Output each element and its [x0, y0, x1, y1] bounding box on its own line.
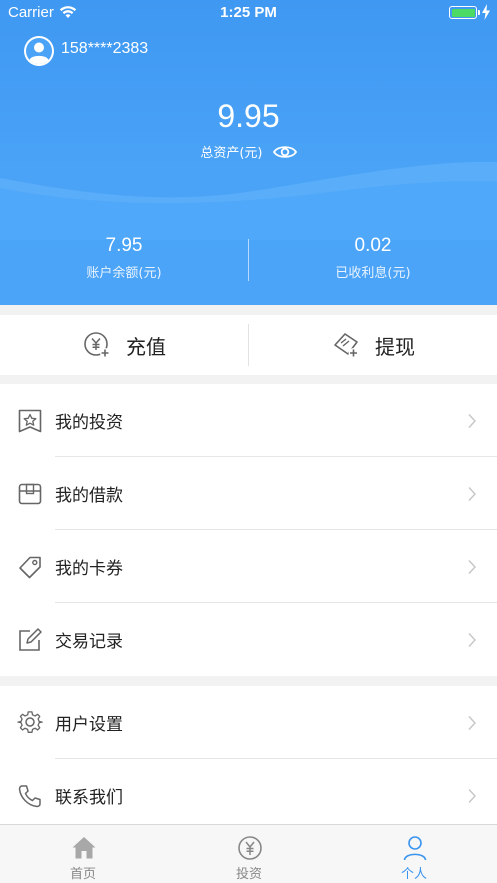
menu-item-label: 我的卡券 — [55, 559, 123, 579]
balance-block: 7.95 账户余额(元) — [0, 235, 248, 281]
chevron-right-icon — [468, 788, 477, 803]
box-icon — [18, 483, 42, 504]
chevron-right-icon — [468, 715, 477, 730]
menu-item-coupons[interactable]: 我的卡券 — [0, 530, 497, 603]
tab-me[interactable]: 个人 — [331, 825, 497, 883]
menu-item-investments[interactable]: 我的投资 — [0, 384, 497, 457]
person-icon — [403, 836, 427, 861]
tab-home-label: 首页 — [69, 867, 96, 882]
menu-item-contact[interactable]: 联系我们 — [0, 759, 497, 832]
asset-header: Carrier 1:25 PM 158****2383 9.95 总资产(元) … — [0, 0, 497, 305]
menu-item-label: 用户设置 — [55, 715, 123, 735]
menu-item-settings[interactable]: 用户设置 — [0, 686, 497, 759]
withdraw-icon — [334, 333, 359, 358]
menu-group-secondary: 用户设置 联系我们 — [0, 686, 497, 832]
status-bar: Carrier 1:25 PM — [0, 0, 497, 26]
chevron-right-icon — [468, 559, 477, 574]
wave-decoration — [0, 161, 497, 240]
interest-block: 0.02 已收利息(元) — [249, 235, 497, 281]
yuan-icon — [238, 836, 262, 860]
menu-item-transactions[interactable]: 交易记录 — [0, 603, 497, 676]
interest-label: 已收利息(元) — [335, 266, 411, 281]
withdraw-button[interactable]: 提现 — [249, 315, 497, 375]
star-icon — [18, 409, 42, 432]
home-icon — [72, 837, 96, 859]
tab-me-label: 个人 — [400, 867, 427, 882]
recharge-label: 充值 — [126, 334, 166, 359]
phone-icon — [18, 784, 41, 807]
balance-label: 账户余额(元) — [86, 266, 162, 281]
withdraw-label: 提现 — [375, 334, 415, 359]
balance-value: 7.95 — [105, 235, 143, 256]
menu-item-label: 联系我们 — [55, 788, 123, 808]
tag-icon — [19, 556, 41, 578]
tab-bar: 首页 投资 个人 — [0, 824, 497, 883]
gear-icon — [17, 710, 43, 733]
menu-group-primary: 我的投资 我的借款 我的卡券 交易记录 — [0, 384, 497, 676]
asset-breakdown: 7.95 账户余额(元) 0.02 已收利息(元) — [0, 235, 497, 285]
menu-item-label: 我的借款 — [55, 486, 123, 506]
battery-icon — [449, 6, 480, 19]
recharge-icon — [84, 332, 110, 358]
action-bar: 充值 提现 — [0, 315, 497, 375]
interest-value: 0.02 — [354, 235, 392, 256]
total-assets-label-row: 总资产(元) — [0, 142, 497, 161]
chevron-right-icon — [468, 486, 477, 501]
user-phone: 158****2383 — [61, 40, 149, 57]
tab-home[interactable]: 首页 — [0, 825, 166, 883]
status-time: 1:25 PM — [220, 4, 277, 21]
menu-item-loans[interactable]: 我的借款 — [0, 457, 497, 530]
tab-invest[interactable]: 投资 — [166, 825, 332, 883]
chevron-right-icon — [468, 632, 477, 647]
tab-invest-label: 投资 — [235, 867, 262, 882]
user-avatar-icon — [26, 38, 52, 65]
chevron-right-icon — [468, 413, 477, 428]
edit-icon — [19, 627, 42, 651]
charging-bolt-icon — [482, 4, 490, 20]
avatar[interactable] — [24, 36, 54, 66]
eye-icon[interactable] — [272, 144, 297, 160]
recharge-button[interactable]: 充值 — [0, 315, 248, 375]
total-assets-value: 9.95 — [217, 98, 280, 134]
menu-item-label: 交易记录 — [55, 632, 123, 652]
menu-item-label: 我的投资 — [55, 413, 123, 433]
total-assets-label: 总资产(元) — [200, 146, 263, 161]
